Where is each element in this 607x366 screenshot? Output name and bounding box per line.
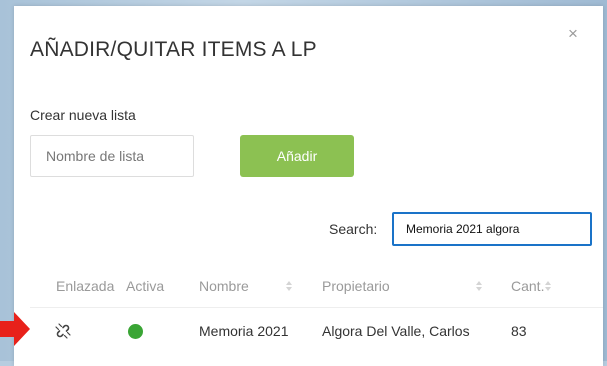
search-input[interactable] — [392, 212, 592, 246]
sort-cantidad-icon[interactable] — [544, 279, 552, 293]
sort-propietario-icon[interactable] — [475, 279, 483, 293]
list-name-input[interactable] — [30, 135, 194, 177]
add-list-button[interactable]: Añadir — [240, 135, 354, 177]
unlink-icon[interactable] — [54, 322, 72, 340]
table-header-divider — [30, 307, 603, 308]
column-header-activa[interactable]: Activa — [126, 277, 164, 295]
add-remove-items-modal: AÑADIR/QUITAR ITEMS A LP × Crear nueva l… — [14, 6, 603, 366]
column-header-nombre[interactable]: Nombre — [199, 277, 249, 295]
red-pointer-arrow-icon — [0, 312, 30, 346]
active-status-dot — [128, 324, 143, 339]
create-list-label: Crear nueva lista — [30, 107, 136, 123]
column-header-cantidad[interactable]: Cant. — [511, 277, 544, 295]
column-header-propietario[interactable]: Propietario — [322, 277, 390, 295]
cell-propietario: Algora Del Valle, Carlos — [322, 323, 470, 339]
search-label: Search: — [329, 221, 378, 237]
close-button[interactable]: × — [565, 25, 581, 43]
cell-nombre: Memoria 2021 — [199, 323, 289, 339]
modal-title: AÑADIR/QUITAR ITEMS A LP — [30, 38, 317, 61]
cell-cantidad: 83 — [511, 323, 527, 339]
sort-nombre-icon[interactable] — [285, 279, 293, 293]
column-header-enlazada[interactable]: Enlazada — [56, 277, 114, 295]
